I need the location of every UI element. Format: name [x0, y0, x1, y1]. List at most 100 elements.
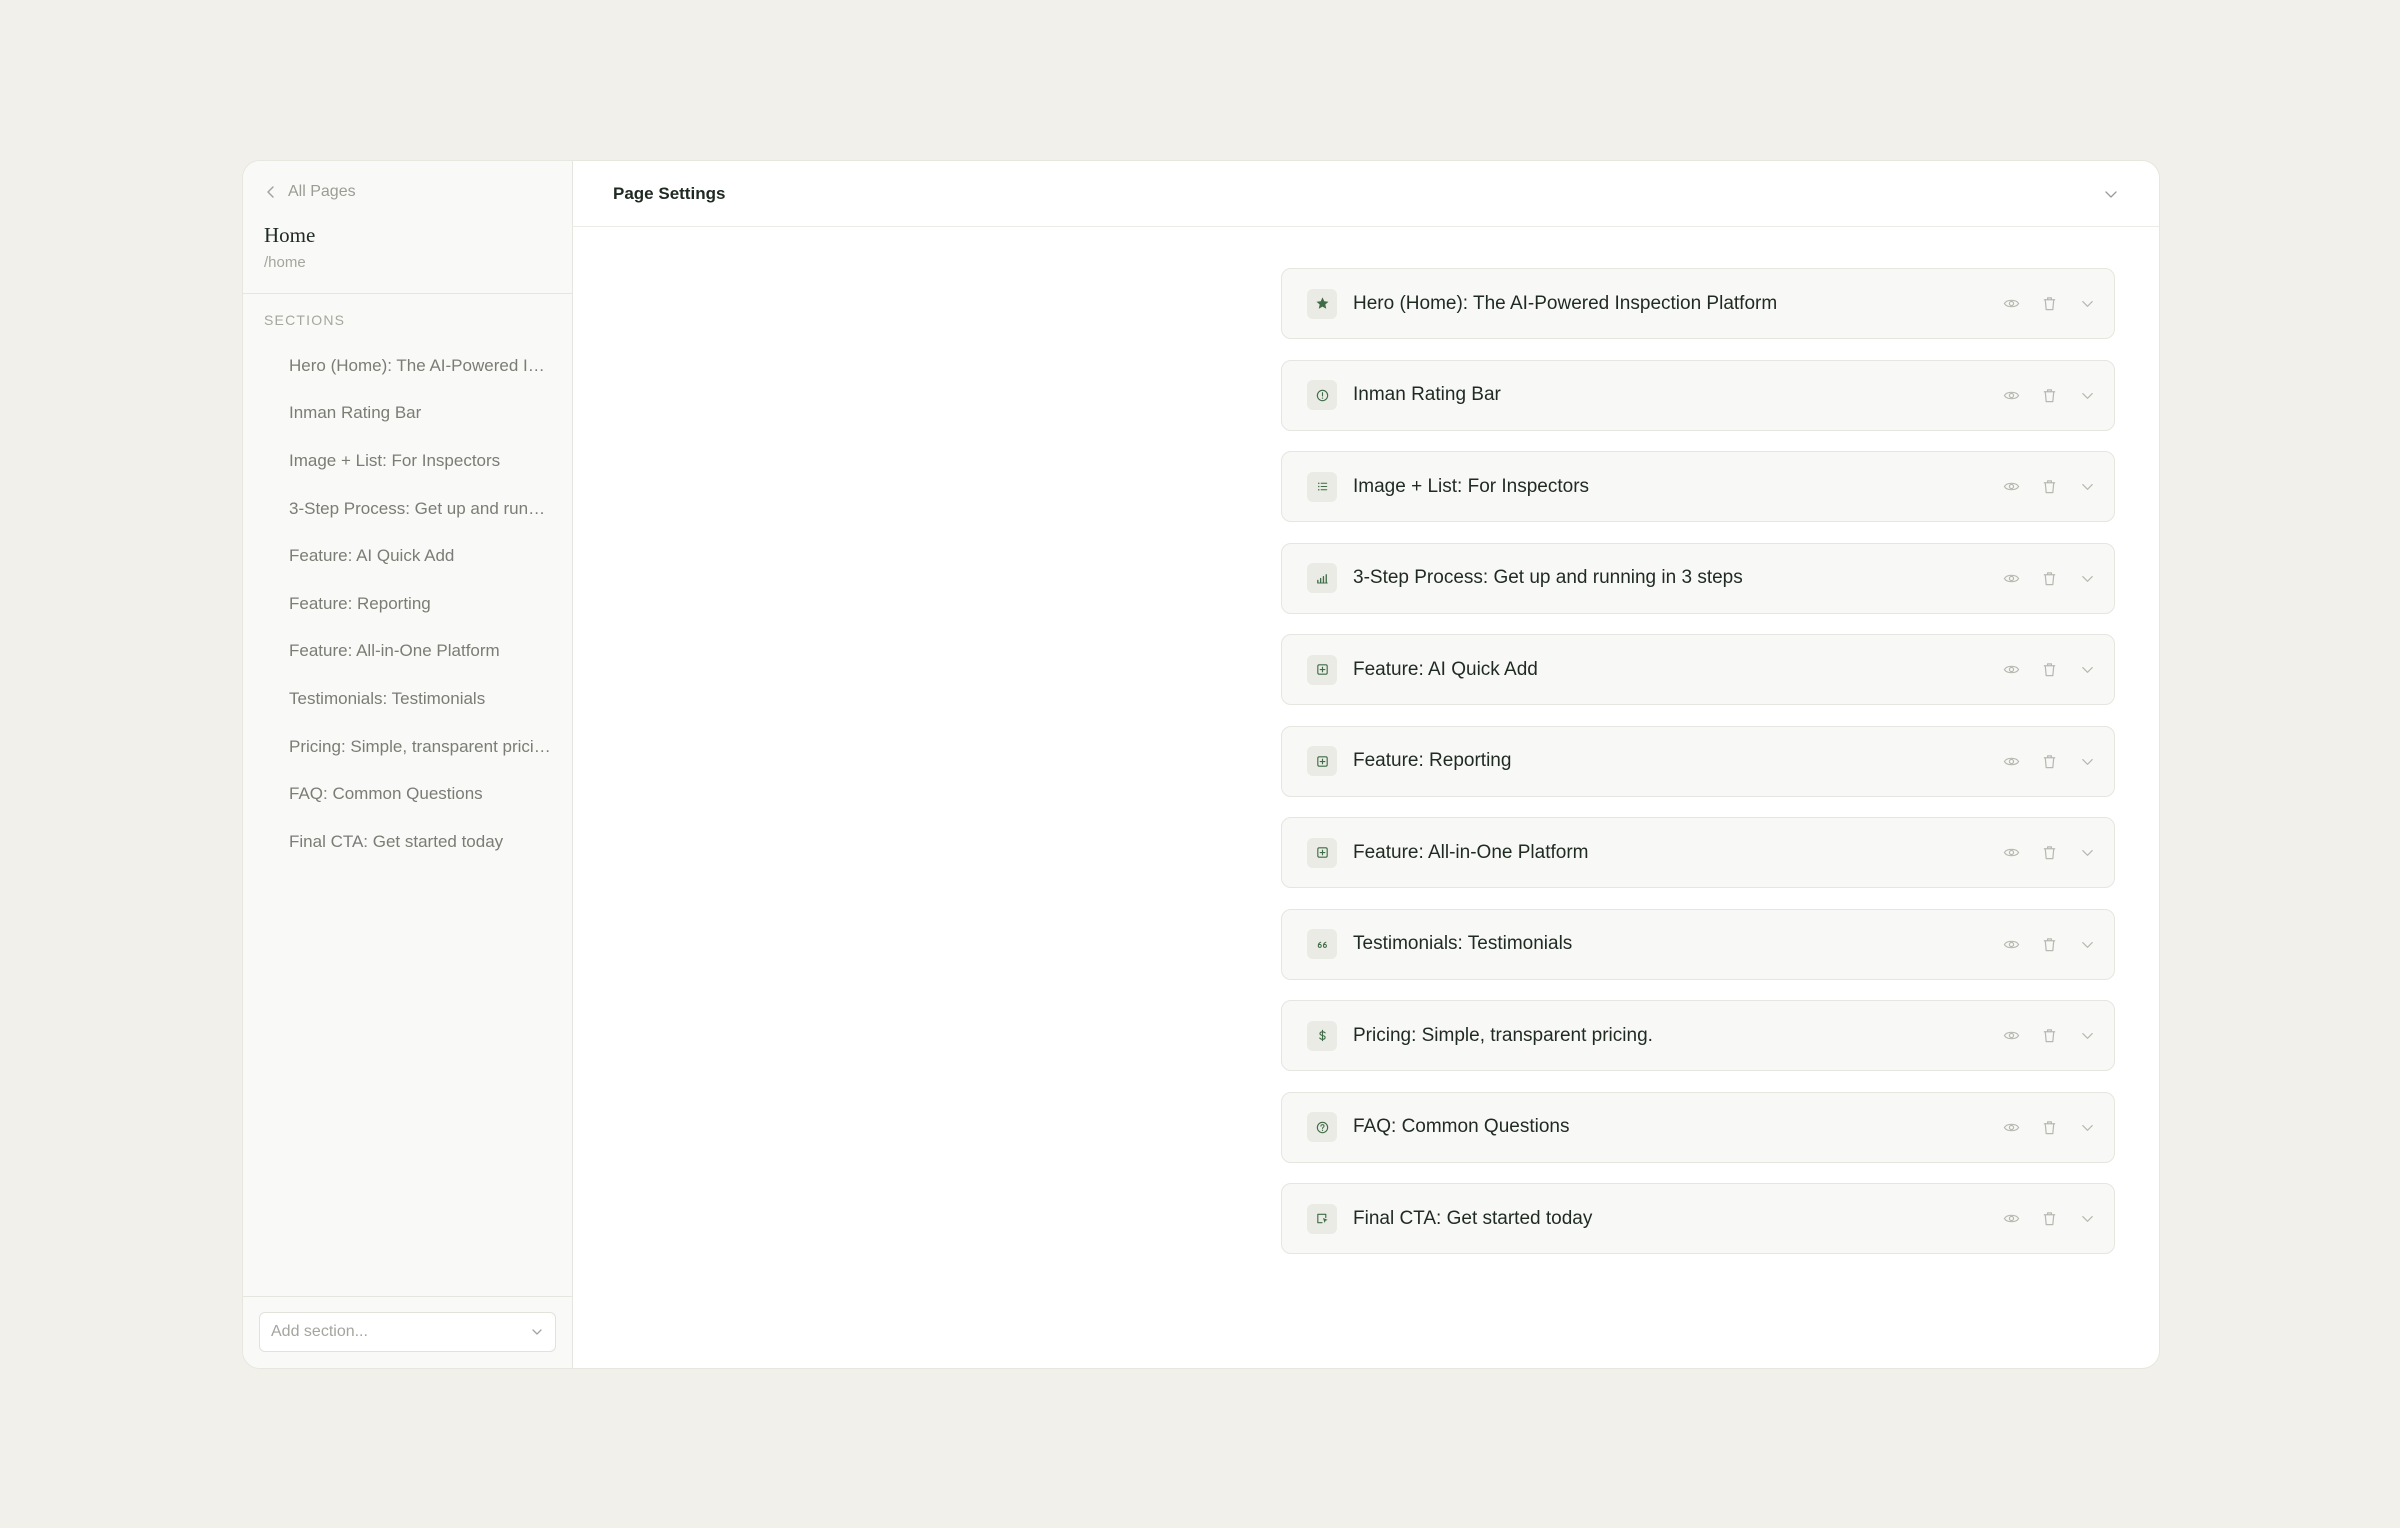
section-card-title: Feature: Reporting [1353, 750, 1512, 771]
sections-heading: SECTIONS [264, 312, 346, 328]
sidebar-section-item[interactable]: Hero (Home): The AI-Powered Inspection P… [243, 342, 572, 390]
trash-icon[interactable] [2040, 569, 2058, 587]
card-actions [2002, 1118, 2096, 1136]
sidebar-section-item[interactable]: Feature: Reporting [243, 580, 572, 628]
sidebar-section-label: Feature: All-in-One Platform [289, 641, 500, 661]
section-card[interactable]: Hero (Home): The AI-Powered Inspection P… [1281, 268, 2115, 339]
visibility-eye-icon[interactable] [2002, 569, 2020, 587]
chevron-down-icon[interactable] [2078, 478, 2096, 496]
sidebar-section-item[interactable]: Inman Rating Bar [243, 390, 572, 438]
section-card[interactable]: FAQ: Common Questions [1281, 1091, 2115, 1163]
section-card[interactable]: Feature: All-in-One Platform [1281, 817, 2115, 888]
sidebar-section-label: Hero (Home): The AI-Powered Inspection P… [289, 355, 552, 375]
visibility-eye-icon[interactable] [2002, 935, 2020, 953]
sidebar-section-item[interactable]: Pricing: Simple, transparent pricing. [243, 723, 572, 771]
section-card-title: 3-Step Process: Get up and running in 3 … [1353, 567, 1743, 588]
cta-pointer-icon [1307, 1203, 1337, 1234]
chevron-down-icon[interactable] [2078, 935, 2096, 953]
trash-icon[interactable] [2040, 752, 2058, 770]
feature-box-icon [1307, 654, 1337, 685]
trash-icon[interactable] [2040, 1118, 2058, 1136]
section-card[interactable]: Image + List: For Inspectors [1281, 451, 2115, 522]
sidebar-section-item[interactable]: Image + List: For Inspectors [243, 437, 572, 485]
page-slug: /home [264, 254, 306, 271]
card-actions [2002, 295, 2096, 313]
section-list: Hero (Home): The AI-Powered Inspection P… [243, 338, 572, 866]
sidebar-footer: Add section... [243, 1296, 572, 1368]
trash-icon[interactable] [2040, 295, 2058, 313]
sidebar-section-item[interactable]: 3-Step Process: Get up and running in 3 … [243, 485, 572, 533]
section-card[interactable]: Testimonials: Testimonials [1281, 908, 2115, 980]
trash-icon[interactable] [2040, 1210, 2058, 1228]
trash-icon[interactable] [2040, 386, 2058, 404]
visibility-eye-icon[interactable] [2002, 661, 2020, 679]
card-actions [2002, 752, 2096, 770]
visibility-eye-icon[interactable] [2002, 386, 2020, 404]
chevron-down-icon[interactable] [2103, 186, 2119, 202]
visibility-eye-icon[interactable] [2002, 1027, 2020, 1045]
card-actions [2002, 478, 2096, 496]
trash-icon[interactable] [2040, 1027, 2058, 1045]
sidebar-section-item[interactable]: FAQ: Common Questions [243, 770, 572, 818]
visibility-eye-icon[interactable] [2002, 844, 2020, 862]
section-card-title: Inman Rating Bar [1353, 384, 1501, 405]
add-section-placeholder: Add section... [271, 1323, 368, 1340]
sidebar-section-label: Testimonials: Testimonials [289, 688, 486, 708]
dollar-icon [1307, 1020, 1337, 1051]
sidebar-section-label: Feature: Reporting [289, 593, 431, 613]
visibility-eye-icon[interactable] [2002, 1210, 2020, 1228]
section-card-title: Testimonials: Testimonials [1353, 933, 1573, 954]
app-window: All Pages Home /home SECTIONS Hero (Home… [242, 160, 2160, 1369]
chevron-down-icon[interactable] [2078, 752, 2096, 770]
info-circle-icon [1307, 380, 1337, 410]
section-card[interactable]: Feature: AI Quick Add [1281, 634, 2115, 705]
sidebar-section-item[interactable]: Feature: AI Quick Add [243, 532, 572, 580]
trash-icon[interactable] [2040, 661, 2058, 679]
section-card[interactable]: Inman Rating Bar [1281, 359, 2115, 431]
trash-icon[interactable] [2040, 935, 2058, 953]
section-card[interactable]: Pricing: Simple, transparent pricing. [1281, 1000, 2115, 1071]
list-icon [1307, 471, 1337, 502]
sidebar-section-item[interactable]: Testimonials: Testimonials [243, 675, 572, 723]
chevron-down-icon[interactable] [2078, 295, 2096, 313]
visibility-eye-icon[interactable] [2002, 752, 2020, 770]
question-circle-icon [1307, 1112, 1337, 1142]
sidebar-section-item[interactable]: Final CTA: Get started today [243, 818, 572, 866]
visibility-eye-icon[interactable] [2002, 1118, 2020, 1136]
chevron-down-icon[interactable] [2078, 1027, 2096, 1045]
chevron-down-icon[interactable] [2078, 1118, 2096, 1136]
chevron-down-icon[interactable] [2078, 569, 2096, 587]
section-card-title: Hero (Home): The AI-Powered Inspection P… [1353, 292, 1778, 314]
card-actions [2002, 386, 2096, 404]
sidebar-section-label: Pricing: Simple, transparent pricing. [289, 736, 552, 756]
section-card[interactable]: Final CTA: Get started today [1281, 1183, 2115, 1254]
section-card-title: Pricing: Simple, transparent pricing. [1353, 1024, 1653, 1046]
page-title: Home [264, 223, 316, 247]
card-actions [2002, 935, 2096, 953]
trash-icon[interactable] [2040, 844, 2058, 862]
card-actions [2002, 569, 2096, 587]
sidebar-section-item[interactable]: Feature: All-in-One Platform [243, 628, 572, 676]
section-card-title: Feature: All-in-One Platform [1353, 841, 1589, 863]
chevron-down-icon[interactable] [2078, 1210, 2096, 1228]
back-to-all-pages-link[interactable]: All Pages [264, 181, 552, 203]
feature-box-icon [1307, 837, 1337, 868]
section-card[interactable]: 3-Step Process: Get up and running in 3 … [1281, 542, 2115, 614]
page-settings-header[interactable]: Page Settings [573, 161, 2159, 227]
section-card[interactable]: Feature: Reporting [1281, 725, 2115, 797]
section-card-title: FAQ: Common Questions [1353, 1116, 1570, 1137]
chevron-down-icon[interactable] [2078, 661, 2096, 679]
section-card-title: Image + List: For Inspectors [1353, 475, 1590, 497]
trash-icon[interactable] [2040, 478, 2058, 496]
visibility-eye-icon[interactable] [2002, 478, 2020, 496]
card-actions [2002, 1210, 2096, 1228]
sidebar-section-label: FAQ: Common Questions [289, 784, 483, 804]
star-icon [1307, 288, 1337, 319]
section-cards: Hero (Home): The AI-Powered Inspection P… [1281, 268, 2115, 1275]
main-panel: Page Settings Hero (Home): The AI-Powere… [573, 161, 2159, 1368]
chevron-down-icon[interactable] [2078, 844, 2096, 862]
chevron-down-icon[interactable] [2078, 386, 2096, 404]
card-actions [2002, 1027, 2096, 1045]
visibility-eye-icon[interactable] [2002, 295, 2020, 313]
add-section-select[interactable]: Add section... [259, 1312, 556, 1352]
